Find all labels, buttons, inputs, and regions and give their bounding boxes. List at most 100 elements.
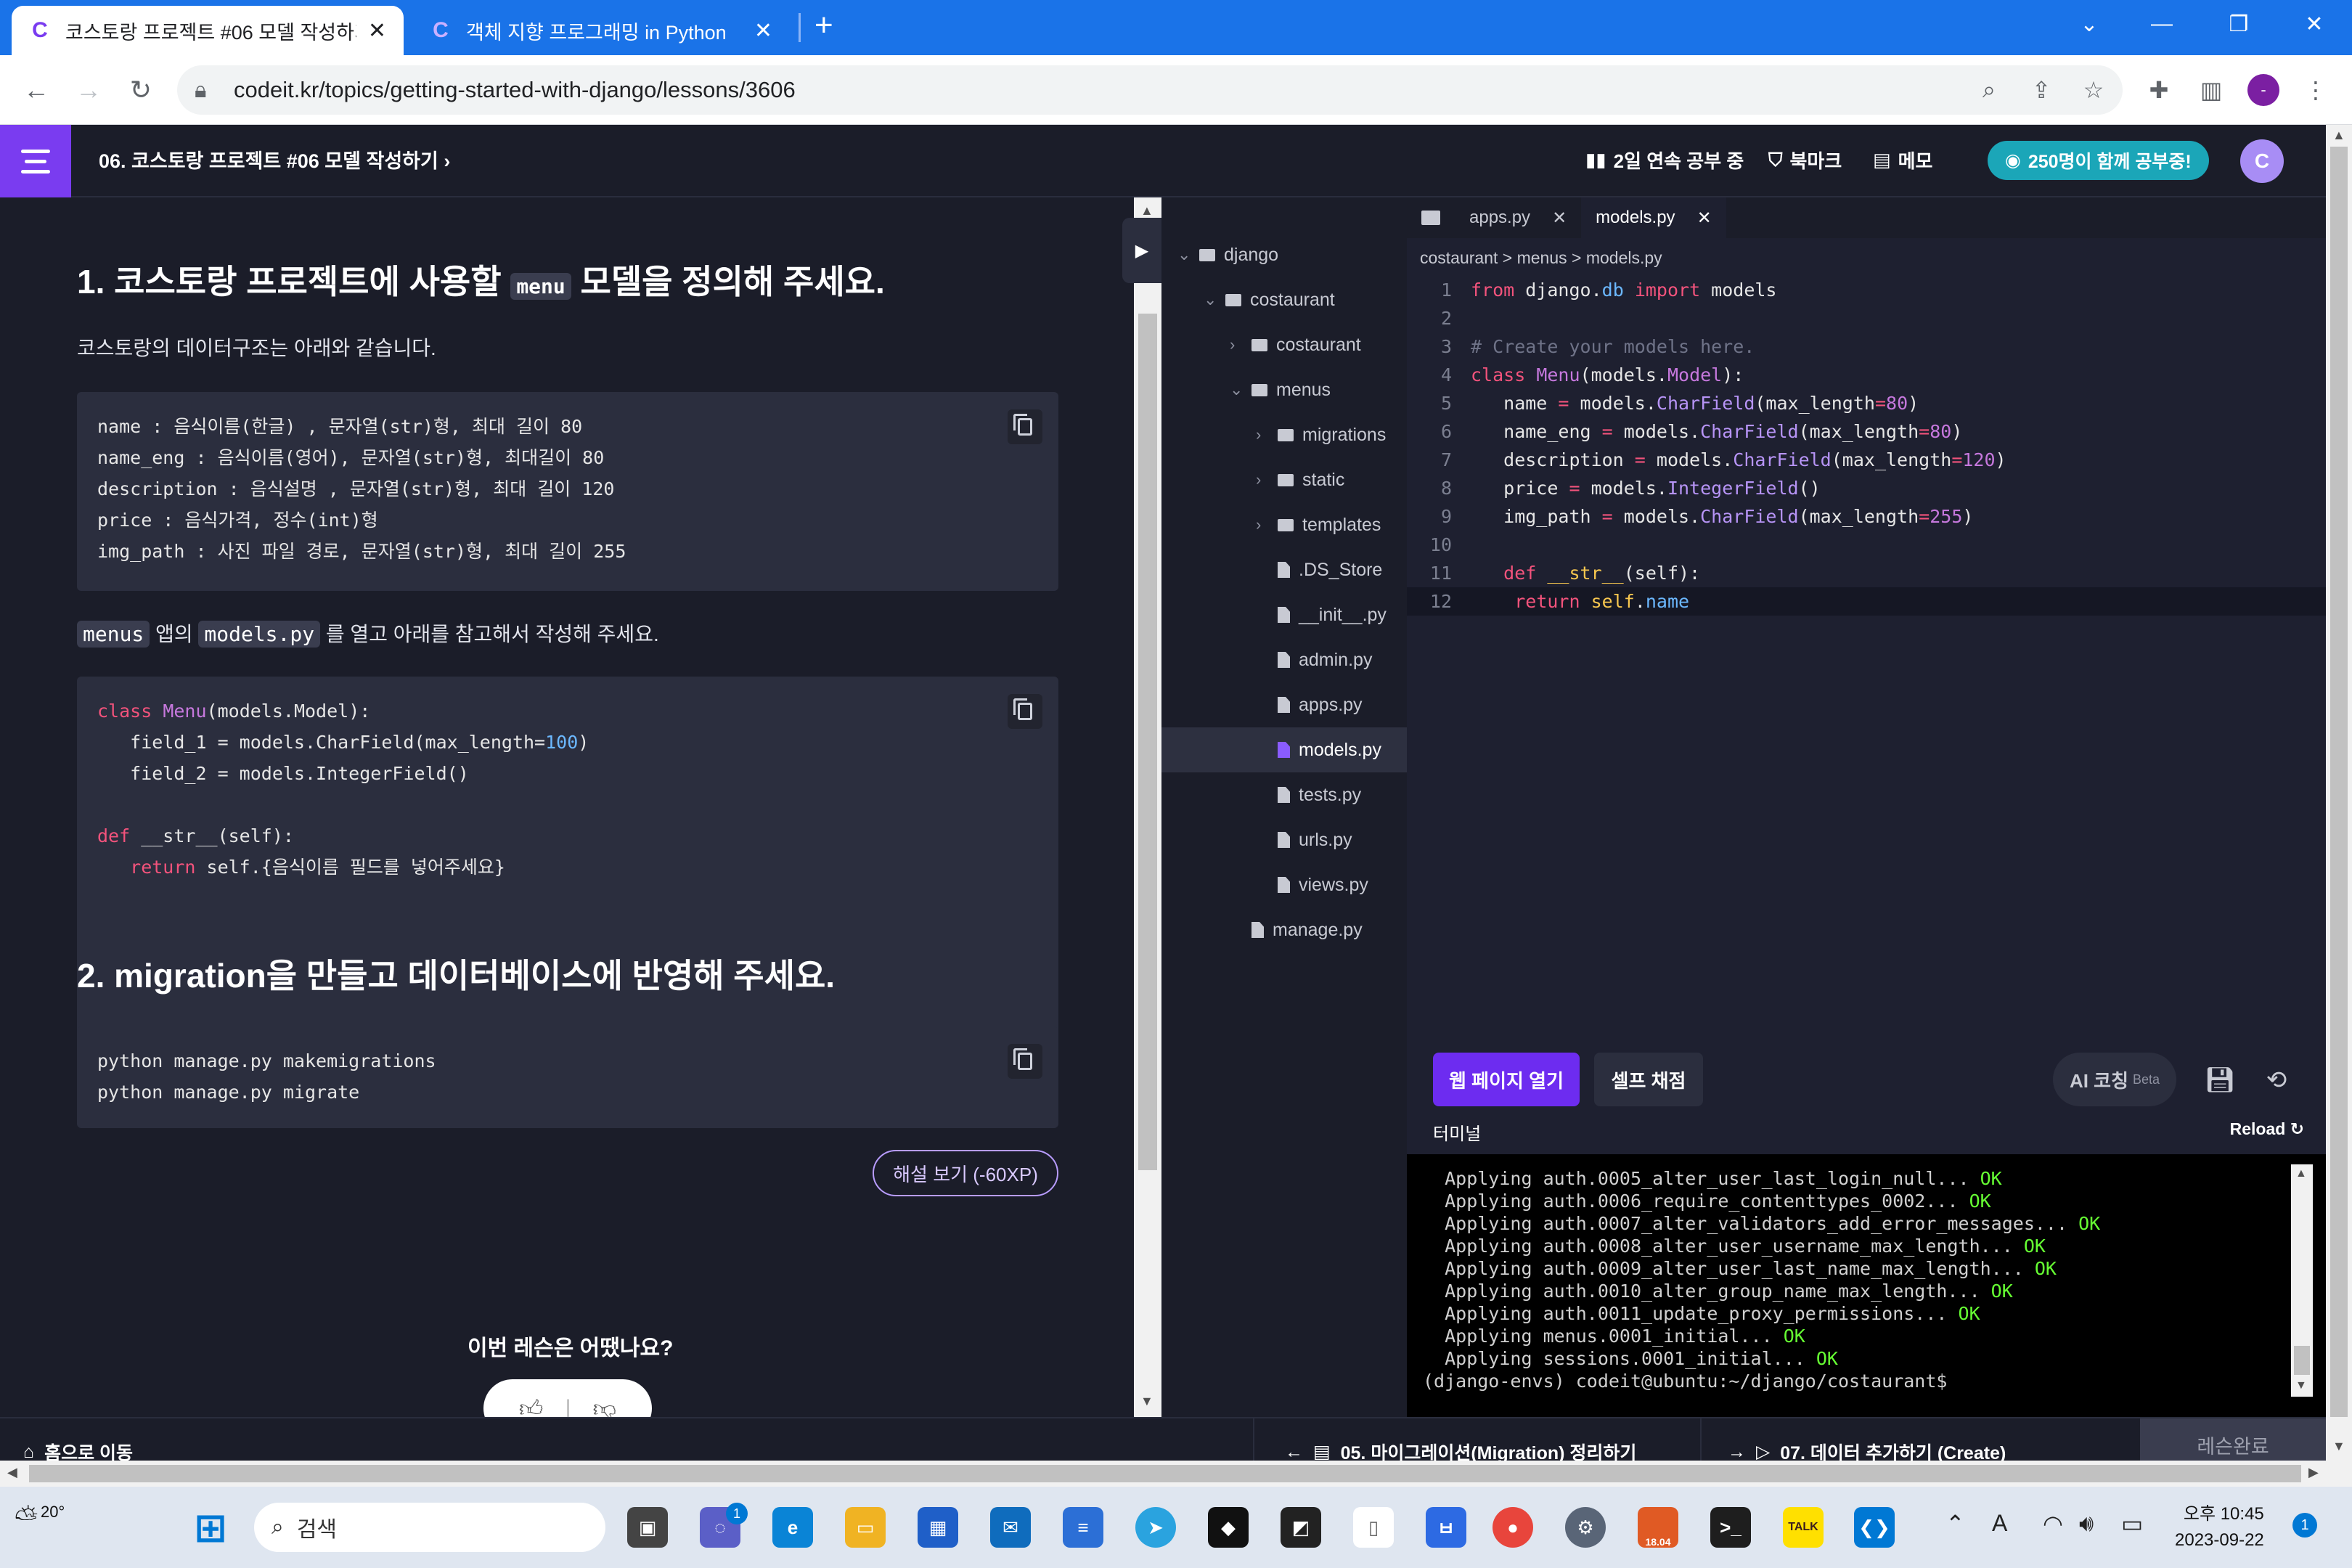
- calendar-icon[interactable]: 18.04: [1638, 1507, 1678, 1548]
- code-line[interactable]: 7 description = models.CharField(max_len…: [1407, 446, 2326, 474]
- code-line[interactable]: 4 class Menu(models.Model):: [1407, 361, 2326, 389]
- close-icon[interactable]: ✕: [1552, 208, 1567, 229]
- explorer-folder-icon[interactable]: [1407, 197, 1455, 238]
- store-icon[interactable]: ▦: [918, 1507, 958, 1548]
- minimize-icon[interactable]: —: [2127, 0, 2197, 48]
- code-line[interactable]: 2: [1407, 304, 2326, 332]
- scroll-down-icon[interactable]: ▼: [1140, 1394, 1153, 1409]
- close-tab-icon[interactable]: ✕: [368, 18, 386, 44]
- code-line[interactable]: 9 img_path = models.CharField(max_length…: [1407, 502, 2326, 531]
- scroll-up-icon[interactable]: ▲: [2295, 1167, 2307, 1180]
- prev-lesson-button[interactable]: ← ▤ 05. 마이그레이션(Migration) 정리하기: [1285, 1439, 1636, 1461]
- scrollbar-thumb[interactable]: [1138, 314, 1157, 1170]
- file-explorer-icon[interactable]: ▭: [845, 1507, 886, 1548]
- tree-folder[interactable]: › templates: [1161, 502, 1407, 547]
- scrollbar-thumb[interactable]: [29, 1465, 2301, 1482]
- scroll-left-icon[interactable]: ◀: [7, 1465, 17, 1480]
- tree-file[interactable]: urls.py: [1161, 817, 1407, 862]
- tree-file[interactable]: models.py: [1161, 727, 1407, 772]
- share-icon[interactable]: ⇪: [2025, 74, 2057, 106]
- sticky-notes-icon[interactable]: ◩: [1281, 1507, 1321, 1548]
- vscode-icon[interactable]: ❮❯: [1854, 1507, 1895, 1548]
- bookmark-star-icon[interactable]: ☆: [2078, 74, 2110, 106]
- clock[interactable]: 오후 10:45 2023-09-22: [2175, 1501, 2264, 1553]
- weather-widget[interactable]: ⛅︎ 20°: [15, 1503, 65, 1535]
- tray-chevron-icon[interactable]: ⌃: [1945, 1510, 1965, 1538]
- code-line[interactable]: 1 from django.db import models: [1407, 276, 2326, 304]
- telegram-icon[interactable]: ➤: [1135, 1507, 1176, 1548]
- code-line[interactable]: 10: [1407, 531, 2326, 559]
- edge-icon[interactable]: e: [772, 1507, 813, 1548]
- inkscape-icon[interactable]: ◆: [1208, 1507, 1249, 1548]
- ai-coaching-button[interactable]: AI 코칭 Beta: [2053, 1053, 2176, 1106]
- memo-button[interactable]: ▤ 메모: [1873, 147, 1932, 173]
- mail-icon[interactable]: ✉: [990, 1507, 1031, 1548]
- page-scrollbar[interactable]: ▲ ▼: [2326, 125, 2352, 1461]
- tree-folder[interactable]: › costaurant: [1161, 322, 1407, 367]
- code-line[interactable]: 3 # Create your models here.: [1407, 332, 2326, 361]
- thumbs-down-icon[interactable]: 👎︎: [593, 1395, 616, 1418]
- scroll-up-icon[interactable]: ▲: [2332, 128, 2345, 143]
- lesson-title[interactable]: 06. 코스토랑 프로젝트 #06 모델 작성하기 ›: [99, 145, 450, 173]
- tree-file[interactable]: __init__.py: [1161, 592, 1407, 637]
- url-field[interactable]: 🔒︎ codeit.kr/topics/getting-started-with…: [177, 65, 2123, 115]
- volume-icon[interactable]: 🔊︎: [2079, 1510, 2094, 1538]
- collapse-panel-button[interactable]: ▶: [1122, 218, 1161, 283]
- study-together-badge[interactable]: ◉ 250명이 함께 공부중!: [1988, 141, 2209, 180]
- tree-folder[interactable]: ⌄ django: [1161, 232, 1407, 277]
- scroll-down-icon[interactable]: ▼: [2295, 1379, 2307, 1392]
- new-tab-icon[interactable]: +: [814, 7, 833, 44]
- tree-file[interactable]: admin.py: [1161, 637, 1407, 682]
- wifi-icon[interactable]: ◠: [2043, 1510, 2063, 1538]
- terminal-scrollbar[interactable]: ▲ ▼: [2291, 1164, 2313, 1397]
- close-window-icon[interactable]: ✕: [2279, 0, 2349, 48]
- zoom-icon[interactable]: ⌕: [1973, 74, 2005, 106]
- next-lesson-button[interactable]: → ▷ 07. 데이터 추가하기 (Create): [1728, 1439, 2006, 1461]
- back-icon[interactable]: ←: [19, 73, 54, 107]
- task-view-icon[interactable]: ▣: [627, 1507, 668, 1548]
- tree-folder[interactable]: ⌄ menus: [1161, 367, 1407, 412]
- profile-avatar[interactable]: -: [2247, 74, 2279, 106]
- copy-icon[interactable]: [1008, 409, 1042, 444]
- thumbs-up-icon[interactable]: 👍︎: [519, 1395, 543, 1418]
- tree-file[interactable]: apps.py: [1161, 682, 1407, 727]
- tree-file[interactable]: views.py: [1161, 862, 1407, 907]
- ime-icon[interactable]: A: [1992, 1510, 2007, 1537]
- horizontal-scrollbar[interactable]: ◀ ▶: [0, 1461, 2352, 1487]
- scroll-right-icon[interactable]: ▶: [2308, 1465, 2319, 1480]
- code-line[interactable]: 5 name = models.CharField(max_length=80): [1407, 389, 2326, 417]
- close-tab-icon[interactable]: ✕: [754, 18, 772, 44]
- content-scrollbar[interactable]: ▲ ▼: [1134, 197, 1161, 1417]
- chrome-icon[interactable]: ●: [1493, 1507, 1533, 1548]
- tab-search-chevron-icon[interactable]: ⌄: [2054, 0, 2124, 48]
- tree-file[interactable]: .DS_Store: [1161, 547, 1407, 592]
- close-icon[interactable]: ✕: [1697, 208, 1712, 229]
- settings-gear-icon[interactable]: ⚙: [1565, 1507, 1606, 1548]
- browser-menu-icon[interactable]: ⋮: [2300, 74, 2332, 106]
- calendar-app-icon[interactable]: ㅂ: [1426, 1507, 1466, 1548]
- scrollbar-thumb[interactable]: [2330, 147, 2348, 1417]
- history-icon[interactable]: ⟲: [2262, 1066, 2291, 1095]
- home-button[interactable]: ⌂ 홈으로 이동: [23, 1439, 133, 1461]
- forward-icon[interactable]: →: [71, 73, 106, 107]
- explain-button[interactable]: 해설 보기 (-60XP): [873, 1150, 1058, 1196]
- editor-tab-models[interactable]: models.py ✕: [1581, 197, 1726, 238]
- blank-file-icon[interactable]: ▯: [1353, 1507, 1394, 1548]
- self-grade-button[interactable]: 셀프 채점: [1594, 1053, 1703, 1106]
- bookmark-button[interactable]: ⛉ 북마크: [1768, 147, 1842, 173]
- terminal-reload-button[interactable]: Reload ↻: [2230, 1119, 2304, 1139]
- code-line[interactable]: 12 return self.name: [1407, 587, 2326, 616]
- tab-inactive[interactable]: C 객체 지향 프로그래밍 in Python ✕: [412, 6, 790, 55]
- open-webpage-button[interactable]: 웹 페이지 열기: [1433, 1053, 1580, 1106]
- code-line[interactable]: 8 price = models.IntegerField(): [1407, 474, 2326, 502]
- tree-folder[interactable]: › migrations: [1161, 412, 1407, 457]
- notepad-icon[interactable]: ≡: [1063, 1507, 1103, 1548]
- save-icon[interactable]: 💾︎: [2204, 1066, 2235, 1095]
- terminal-icon[interactable]: >_: [1710, 1507, 1751, 1548]
- extensions-icon[interactable]: ✚: [2143, 74, 2175, 106]
- notification-badge[interactable]: 1: [2292, 1513, 2317, 1538]
- hamburger-menu-icon[interactable]: [0, 125, 71, 197]
- restore-icon[interactable]: ❐: [2204, 0, 2274, 48]
- scroll-up-icon[interactable]: ▲: [1140, 203, 1153, 219]
- editor-tab-apps[interactable]: apps.py ✕: [1455, 197, 1581, 238]
